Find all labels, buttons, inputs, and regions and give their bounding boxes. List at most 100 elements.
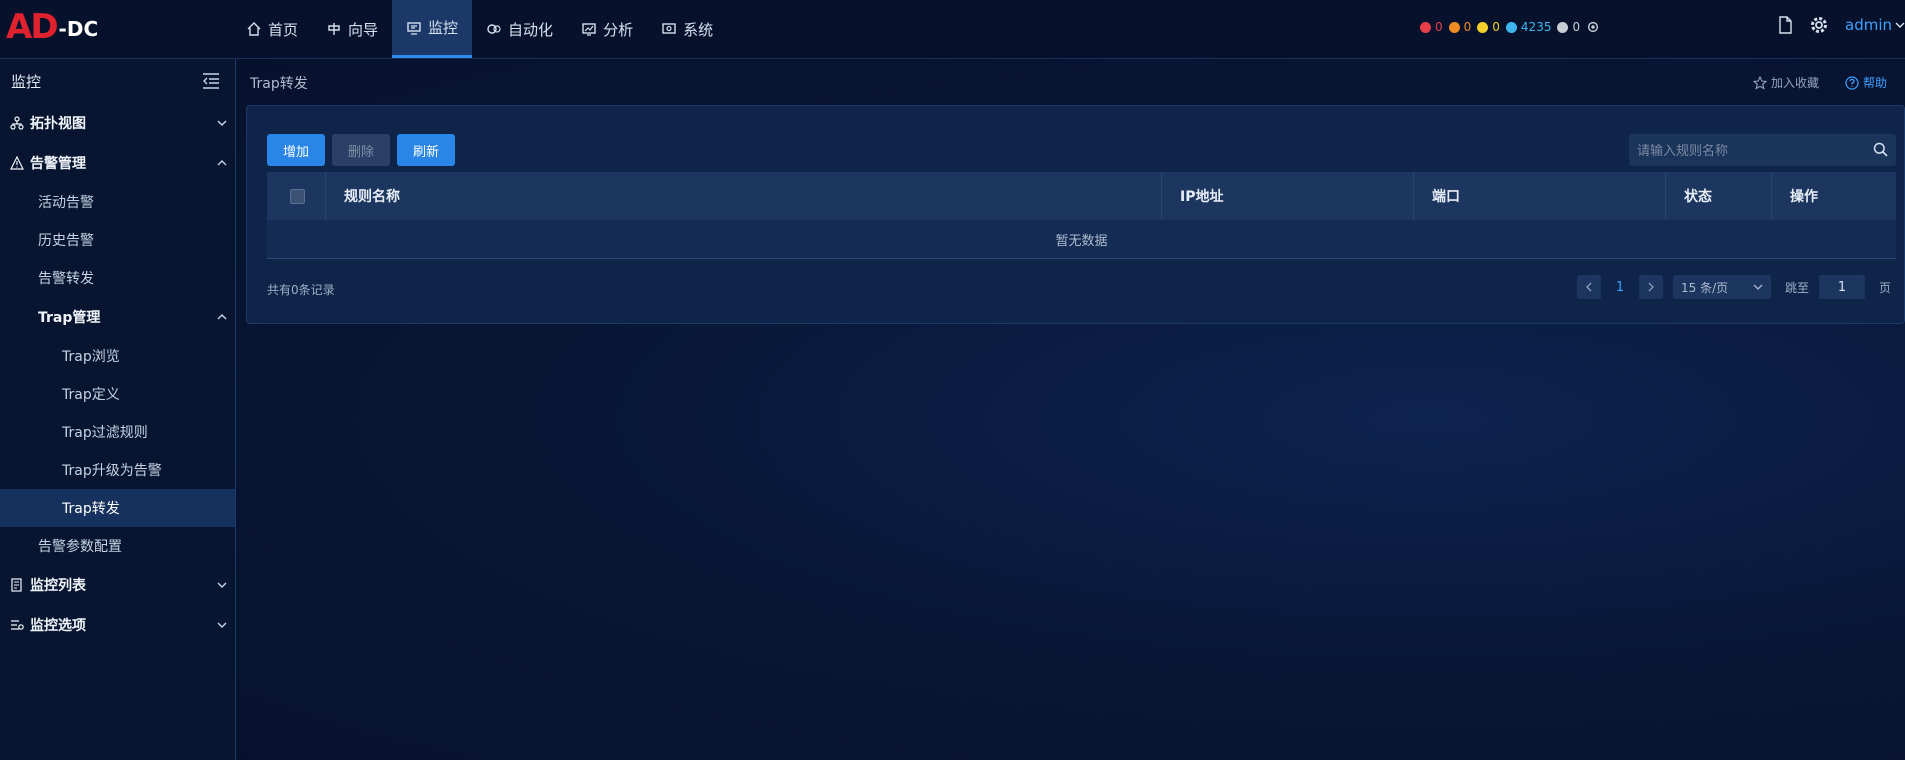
add-favorite-label: 加入收藏 <box>1770 76 1819 90</box>
page-actions: 加入收藏 帮助 <box>1752 74 1887 91</box>
main-nav: 首页 向导 监控 自动化 分析 系统 <box>232 0 727 58</box>
analysis-icon <box>582 23 596 36</box>
sidebar-item-trap-upgrade[interactable]: Trap升级为告警 <box>0 451 235 489</box>
nav-monitor-label: 监控 <box>428 19 459 37</box>
breadcrumb-bar: Trap转发 加入收藏 帮助 <box>236 59 1905 105</box>
sidebar-item-trap-browse[interactable]: Trap浏览 <box>0 337 235 375</box>
sidebar-group-label: 监控列表 <box>30 578 86 594</box>
alarm-count: 0 <box>1572 20 1581 34</box>
search-input[interactable] <box>1629 134 1869 168</box>
list-icon <box>11 578 22 592</box>
nav-analysis-label: 分析 <box>603 20 634 39</box>
help-button[interactable]: 帮助 <box>1845 74 1887 91</box>
sidebar-item-alarm-params[interactable]: 告警参数配置 <box>0 527 235 565</box>
select-all-checkbox[interactable] <box>290 188 305 204</box>
pagination: 1 15 条/页 跳至 1 页 <box>1577 275 1891 299</box>
column-status: 状态 <box>1666 172 1772 220</box>
logo-suffix: -DC <box>58 17 99 41</box>
prev-page-button[interactable] <box>1577 275 1601 299</box>
sidebar-group-label: 告警管理 <box>30 156 86 172</box>
document-icon[interactable] <box>1777 16 1793 34</box>
chevron-down-icon <box>217 582 227 588</box>
sidebar-group-trap-management[interactable]: Trap管理 <box>0 297 235 337</box>
system-icon <box>662 23 676 34</box>
alarm-counters: 0 0 0 4235 0 <box>1420 20 1600 34</box>
chevron-down-icon <box>1753 284 1763 290</box>
chevron-down-icon <box>1895 22 1905 28</box>
alarm-count: 0 <box>1492 20 1500 34</box>
column-actions: 操作 <box>1790 189 1818 205</box>
sidebar-group-monitor-options[interactable]: 监控选项 <box>0 605 235 645</box>
nav-system-label: 系统 <box>683 20 714 39</box>
content-panel: 增加 删除 刷新 规则名称 IP地址 端口 状态 操作 暂无数据 共有0条记录 … <box>246 105 1905 324</box>
chevron-up-icon <box>217 314 227 320</box>
sidebar-group-label: Trap管理 <box>38 310 101 326</box>
page-suffix: 页 <box>1879 280 1892 295</box>
alarm-major-icon <box>1448 21 1460 33</box>
sidebar-group-label: 监控选项 <box>30 618 86 634</box>
nav-automation-label: 自动化 <box>508 20 554 39</box>
add-favorite-button[interactable]: 加入收藏 <box>1752 74 1819 91</box>
sidebar-item-trap-forward[interactable]: Trap转发 <box>0 489 235 527</box>
sidebar-item-trap-filter[interactable]: Trap过滤规则 <box>0 413 235 451</box>
search-box <box>1629 134 1896 168</box>
warning-icon <box>10 156 24 170</box>
alarm-critical[interactable]: 0 <box>1420 20 1443 34</box>
top-right-tools: admin <box>1777 15 1905 35</box>
sidebar-group-label: 拓扑视图 <box>30 116 86 132</box>
alarm-minor[interactable]: 0 <box>1477 20 1500 34</box>
page-size-select[interactable]: 15 条/页 <box>1673 275 1771 299</box>
alarm-info[interactable]: 0 <box>1557 20 1580 34</box>
refresh-button[interactable]: 刷新 <box>397 134 455 166</box>
current-page[interactable]: 1 <box>1611 280 1629 295</box>
table-header: 规则名称 IP地址 端口 状态 操作 <box>267 172 1896 220</box>
nav-home-label: 首页 <box>268 20 299 39</box>
sidebar-item-active-alarms[interactable]: 活动告警 <box>0 183 235 221</box>
record-count: 共有0条记录 <box>267 283 335 297</box>
nav-automation[interactable]: 自动化 <box>472 0 567 58</box>
nav-system[interactable]: 系统 <box>647 0 727 58</box>
next-page-button[interactable] <box>1639 275 1663 299</box>
breadcrumb: Trap转发 <box>250 76 308 92</box>
alarm-count: 0 <box>1435 20 1443 34</box>
alarm-warning-icon <box>1505 21 1517 33</box>
sidebar-group-topology[interactable]: 拓扑视图 <box>0 103 235 143</box>
chevron-right-icon <box>1648 282 1654 292</box>
header-select-cell <box>267 172 326 220</box>
alarm-count: 4235 <box>1520 20 1552 34</box>
alarm-warning[interactable]: 4235 <box>1505 20 1552 34</box>
alarm-major[interactable]: 0 <box>1448 20 1471 34</box>
alarm-info-icon <box>1557 21 1569 33</box>
logo-main: AD <box>6 7 59 47</box>
user-menu[interactable]: admin <box>1845 16 1905 34</box>
search-icon[interactable] <box>1873 142 1888 157</box>
delete-button[interactable]: 删除 <box>332 134 390 166</box>
gear-icon[interactable] <box>1809 15 1829 35</box>
logo[interactable]: AD -DC <box>6 6 98 48</box>
collapse-menu-icon[interactable] <box>201 72 221 90</box>
chevron-down-icon <box>217 622 227 628</box>
star-icon <box>1752 75 1767 90</box>
nav-analysis[interactable]: 分析 <box>567 0 647 58</box>
jump-label: 跳至 <box>1785 280 1810 295</box>
sound-settings-icon[interactable] <box>1586 20 1600 34</box>
sidebar-group-alarm-management[interactable]: 告警管理 <box>0 143 235 183</box>
column-ip-address: IP地址 <box>1162 172 1414 220</box>
sidebar-item-alarm-forward[interactable]: 告警转发 <box>0 259 235 297</box>
page-size-value: 15 条/页 <box>1681 280 1729 295</box>
home-icon <box>247 22 261 36</box>
nav-home[interactable]: 首页 <box>232 0 312 58</box>
sidebar-item-history-alarms[interactable]: 历史告警 <box>0 221 235 259</box>
sidebar-group-monitor-list[interactable]: 监控列表 <box>0 565 235 605</box>
sidebar: 监控 拓扑视图 告警管理 活动告警 历史告警 告警转发 Trap管理 Trap浏… <box>0 59 236 760</box>
jump-page-input[interactable]: 1 <box>1819 275 1866 299</box>
sidebar-item-trap-define[interactable]: Trap定义 <box>0 375 235 413</box>
add-button[interactable]: 增加 <box>267 134 325 166</box>
help-label: 帮助 <box>1862 76 1887 90</box>
username: admin <box>1845 16 1892 34</box>
rules-table: 规则名称 IP地址 端口 状态 操作 暂无数据 <box>267 172 1896 259</box>
chevron-up-icon <box>217 160 227 166</box>
nav-monitor[interactable]: 监控 <box>392 0 473 58</box>
empty-state: 暂无数据 <box>267 220 1896 259</box>
nav-guide[interactable]: 向导 <box>312 0 392 58</box>
